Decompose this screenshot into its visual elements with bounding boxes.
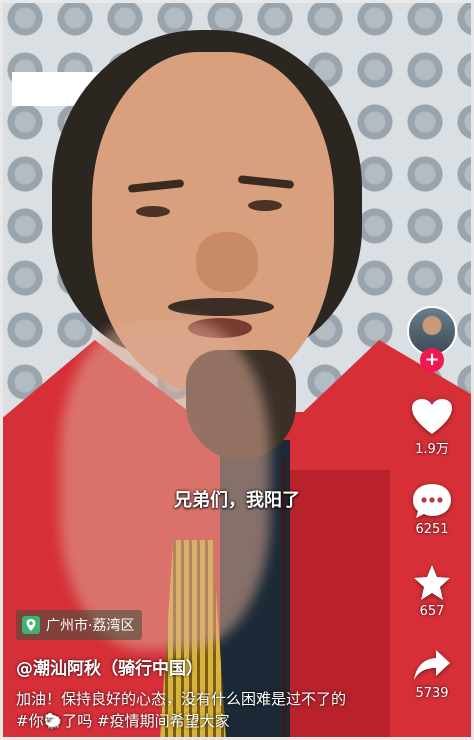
comment-button[interactable]: 6251 (400, 482, 464, 537)
favorite-button[interactable]: 657 (400, 564, 464, 619)
favorite-count: 657 (419, 604, 445, 619)
blurred-hand (60, 320, 270, 650)
share-count: 5739 (415, 686, 449, 701)
comment-bubble-icon (413, 484, 451, 518)
left-eye (136, 206, 170, 217)
location-tag[interactable]: 广州市·荔湾区 (16, 610, 143, 640)
share-arrow-icon (414, 650, 450, 680)
author-handle[interactable]: @潮汕阿秋（骑行中国） (16, 654, 203, 679)
follow-button[interactable]: + (420, 348, 444, 372)
video-description[interactable]: 加油！保持良好的心态，没有什么困难是过不了的#你🐑了吗 #疫情期间希望大家 (16, 688, 356, 732)
mustache (168, 298, 274, 316)
share-button[interactable]: 5739 (400, 648, 464, 701)
location-label: 广州市·荔湾区 (46, 618, 135, 634)
author-avatar-group[interactable]: + (404, 306, 460, 376)
star-icon (414, 565, 450, 600)
comment-count: 6251 (415, 522, 449, 537)
nose (196, 232, 258, 292)
like-button[interactable]: 1.9万 (400, 398, 464, 457)
right-eye (248, 200, 282, 211)
heart-icon (412, 399, 452, 434)
map-pin-icon (22, 616, 40, 634)
like-count: 1.9万 (415, 442, 449, 457)
